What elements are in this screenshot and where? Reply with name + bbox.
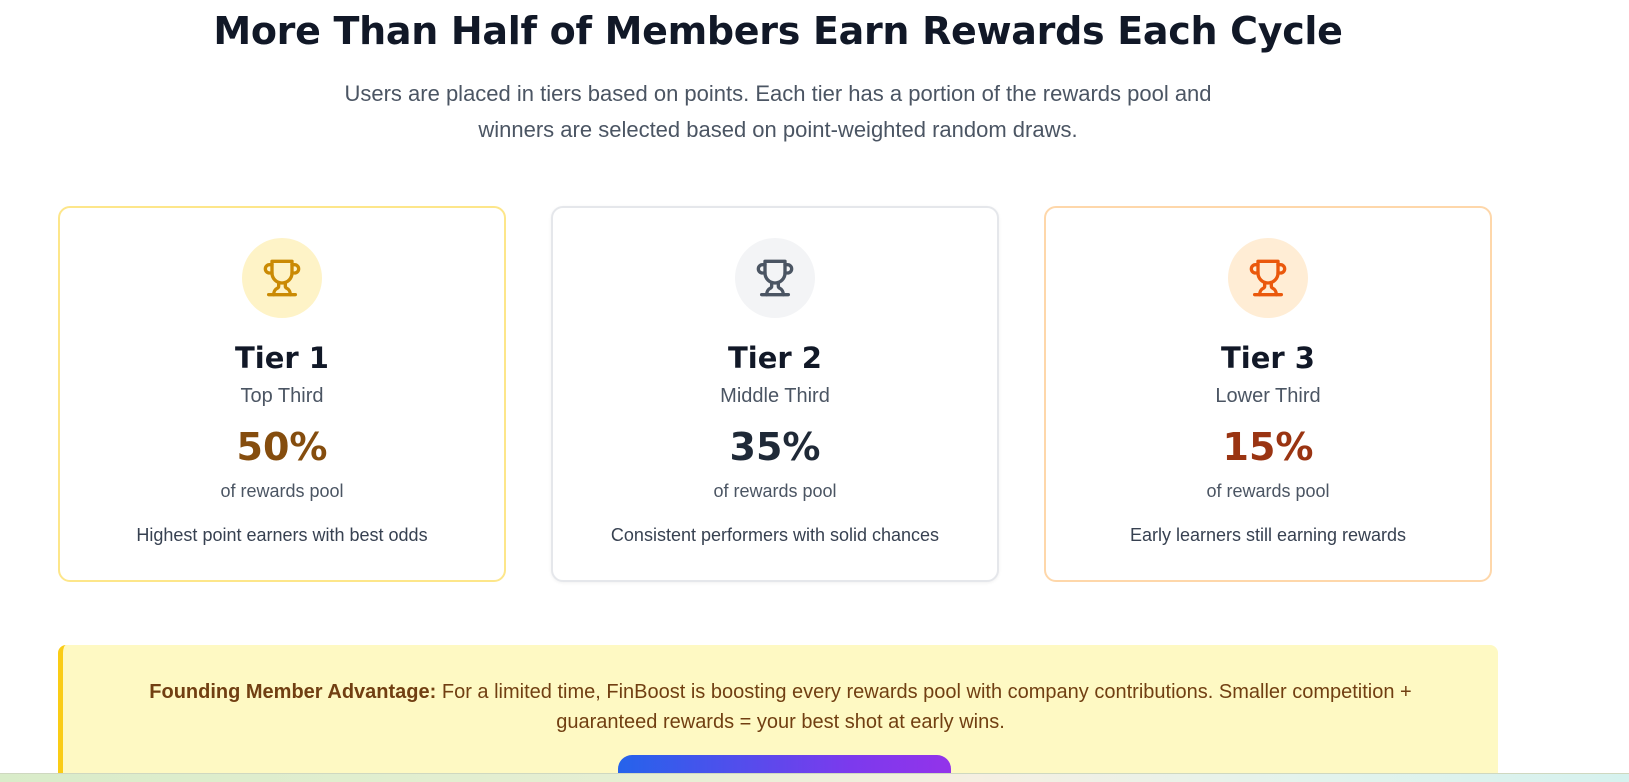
- tier-pool-label: of rewards pool: [1206, 481, 1330, 501]
- founding-member-banner: Founding Member Advantage: For a limited…: [58, 645, 1498, 782]
- tier-percent: 50%: [236, 425, 328, 469]
- section-title: More Than Half of Members Earn Rewards E…: [213, 9, 1343, 53]
- section-subtitle: Users are placed in tiers based on point…: [288, 76, 1268, 148]
- tier-1-icon-badge: [242, 238, 322, 318]
- tier-percent: 15%: [1222, 425, 1314, 469]
- tier-description: Early learners still earning rewards: [1129, 525, 1407, 545]
- banner-body: For a limited time, FinBoost is boosting…: [436, 681, 1412, 733]
- tier-name: Tier 2: [728, 341, 822, 375]
- banner-heading: Founding Member Advantage:: [149, 681, 437, 703]
- tier-card-2: Tier 2 Middle Third 35% of rewards pool …: [551, 206, 999, 582]
- tier-range: Middle Third: [720, 385, 830, 407]
- tier-range: Lower Third: [1215, 385, 1321, 407]
- tier-description: Highest point earners with best odds: [136, 525, 428, 545]
- tier-percent: 35%: [729, 425, 821, 469]
- trophy-icon: [263, 259, 301, 297]
- banner-text: Founding Member Advantage: For a limited…: [116, 645, 1446, 737]
- tier-pool-label: of rewards pool: [220, 481, 344, 501]
- tier-name: Tier 1: [235, 341, 329, 375]
- page: More Than Half of Members Earn Rewards E…: [0, 0, 1629, 782]
- trophy-icon: [1249, 259, 1287, 297]
- taskbar-edge: [0, 773, 1629, 782]
- tier-pool-label: of rewards pool: [713, 481, 837, 501]
- tier-2-icon-badge: [735, 238, 815, 318]
- tier-name: Tier 3: [1221, 341, 1315, 375]
- subtitle-line-1: Users are placed in tiers based on point…: [344, 81, 1212, 106]
- section-header: More Than Half of Members Earn Rewards E…: [58, 0, 1498, 148]
- tier-card-3: Tier 3 Lower Third 15% of rewards pool E…: [1044, 206, 1492, 582]
- tier-cards: Tier 1 Top Third 50% of rewards pool Hig…: [58, 206, 1498, 586]
- tier-description: Consistent performers with solid chances: [610, 525, 940, 545]
- tier-range: Top Third: [240, 385, 324, 407]
- tier-card-1: Tier 1 Top Third 50% of rewards pool Hig…: [58, 206, 506, 582]
- subtitle-line-2: winners are selected based on point-weig…: [478, 117, 1078, 142]
- tier-3-icon-badge: [1228, 238, 1308, 318]
- trophy-icon: [756, 259, 794, 297]
